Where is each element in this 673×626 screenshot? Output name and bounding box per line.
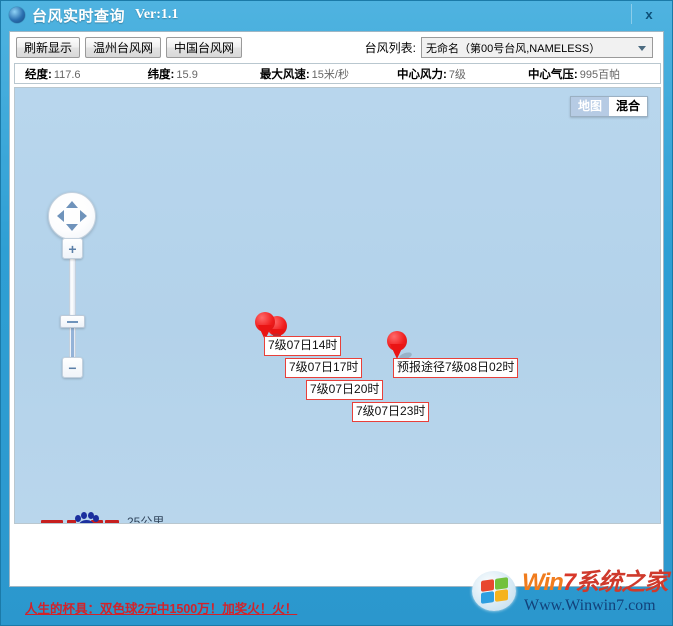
baidu-logo-icon [41,511,119,523]
info-center-pressure: 中心气压: 995百帕 [528,66,620,82]
info-center-windforce-label: 中心风力: [396,68,447,81]
path-label[interactable]: 7级07日17时 [285,358,363,378]
typhoon-query-window: 台风实时查询 Ver:1.1 x 刷新显示 温州台风网 中国台风网 台风列表: … [0,0,673,626]
windows-logo-pane [481,591,494,604]
pan-left-icon[interactable] [57,210,64,222]
paw-pad [79,520,94,523]
toolbar: 刷新显示 温州台风网 中国台风网 台风列表: 无命名（第00号台风,NAMELE… [10,32,663,63]
info-center-pressure-value: 995百帕 [579,68,621,81]
map-scale-text: 25公里 [127,515,165,524]
zoom-in-button[interactable]: + [62,238,83,259]
watermark-url: Www.Winwin7.com [524,597,656,614]
typhoon-list-label: 台风列表: [364,41,416,55]
path-label-forecast[interactable]: 预报途径7级08日02时 [393,358,519,378]
path-label[interactable]: 7级07日20时 [306,380,384,400]
info-longitude-value: 117.6 [53,68,81,81]
paw-icon [73,512,99,523]
info-center-windforce-value: 7级 [448,68,466,81]
map-pan-control[interactable] [48,192,96,240]
window-version: Ver:1.1 [135,7,179,22]
typhoon-marker-forecast[interactable] [387,331,413,361]
pan-right-icon[interactable] [80,210,87,222]
window-title: 台风实时查询 [32,7,126,25]
promo-link[interactable]: 人生的杯具：双色球2元中1500万！加奖火！火！ [25,598,297,617]
info-latitude-label: 纬度: [147,68,175,81]
window-titlebar[interactable]: 台风实时查询 Ver:1.1 x [1,1,672,29]
info-longitude-label: 经度: [25,68,52,81]
baidu-logo-bar [41,520,63,523]
map-attribution: 25公里 [41,511,165,524]
typhoon-select-value: 无命名（第00号台风,NAMELESS） [426,42,601,55]
map-type-button-map[interactable]: 地图 [570,97,609,116]
info-longitude: 经度: 117.6 [25,66,81,82]
typhoon-select[interactable]: 无命名（第00号台风,NAMELESS） [421,37,653,58]
windows-logo-pane [495,589,508,602]
typhoon-map[interactable]: 地图 混合 + − 7级07日14时 7级07日17时 7级07日20时 7级0… [14,87,661,524]
zoom-slider-track[interactable] [69,248,76,373]
chevron-down-icon [638,45,646,51]
paw-toe [93,515,99,522]
zoom-out-button[interactable]: − [62,357,83,378]
info-center-windforce: 中心风力: 7级 [397,66,466,82]
pan-down-icon[interactable] [66,224,78,231]
globe-icon [9,7,25,23]
typhoon-info-bar: 经度: 117.6 纬度: 15.9 最大风速: 15米/秒 中心风力: 7级 … [14,63,661,84]
baidu-logo-bar [105,520,119,523]
info-max-windspeed-label: 最大风速: [259,68,310,81]
close-icon[interactable]: x [631,4,666,24]
zoom-slider-handle[interactable] [60,315,85,328]
map-type-button-hybrid[interactable]: 混合 [608,97,647,116]
paw-toe [81,512,87,519]
pan-up-icon[interactable] [66,201,78,208]
refresh-display-button[interactable]: 刷新显示 [16,37,81,58]
info-latitude-value: 15.9 [176,68,198,81]
info-max-windspeed-value: 15米/秒 [311,68,349,81]
path-label[interactable]: 7级07日23时 [352,402,430,422]
wenzhou-typhoon-site-button[interactable]: 温州台风网 [85,37,162,58]
info-max-windspeed: 最大风速: 15米/秒 [260,66,349,82]
window-client-area: 刷新显示 温州台风网 中国台风网 台风列表: 无命名（第00号台风,NAMELE… [9,31,664,587]
info-latitude: 纬度: 15.9 [148,66,198,82]
china-typhoon-site-button[interactable]: 中国台风网 [166,37,243,58]
map-sea-layer [15,88,660,523]
info-center-pressure-label: 中心气压: [527,68,578,81]
path-label[interactable]: 7级07日14时 [264,336,342,356]
map-type-switcher[interactable]: 地图 混合 [569,96,648,117]
